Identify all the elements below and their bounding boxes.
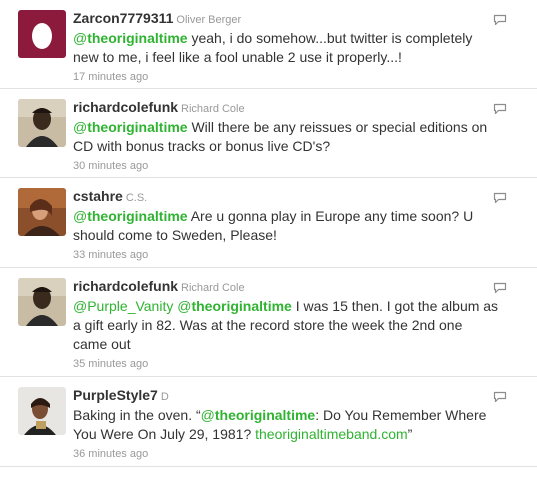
tweet-text: @theoriginaltime yeah, i do somehow...bu… (73, 30, 473, 65)
tweet-item: richardcolefunk Richard Cole @Purple_Vani… (0, 268, 537, 377)
timestamp-link[interactable]: 17 minutes ago (73, 70, 499, 84)
avatar[interactable] (18, 278, 66, 326)
tweet-item: cstahre C.S. @theoriginaltime Are u gonna… (0, 178, 537, 268)
full-name: Oliver Berger (176, 14, 242, 26)
tweet-item: richardcolefunk Richard Cole @theoriginal… (0, 89, 537, 178)
full-name: D (160, 391, 169, 403)
avatar[interactable] (18, 387, 66, 435)
screen-name[interactable]: PurpleStyle7 (73, 387, 158, 403)
timestamp-link[interactable]: 30 minutes ago (73, 159, 499, 173)
user-photo-icon (18, 278, 66, 326)
speech-bubble-icon[interactable] (493, 103, 507, 115)
user-photo-icon (18, 387, 66, 435)
screen-name[interactable]: richardcolefunk (73, 278, 178, 294)
screen-name[interactable]: cstahre (73, 188, 123, 204)
speech-bubble-icon[interactable] (493, 391, 507, 403)
tweet-text: Baking in the oven. “@theoriginaltime: D… (73, 407, 487, 442)
tweet-content: PurpleStyle7 D Baking in the oven. “@theo… (73, 386, 499, 461)
full-name: Richard Cole (181, 103, 245, 115)
screen-name[interactable]: richardcolefunk (73, 99, 178, 115)
egg-avatar-icon (18, 10, 66, 58)
mention-link[interactable]: @Purple_Vanity (73, 298, 173, 314)
avatar[interactable] (18, 188, 66, 236)
user-photo-icon (18, 188, 66, 236)
mention-link[interactable]: @theoriginaltime (73, 119, 188, 135)
timestamp-link[interactable]: 35 minutes ago (73, 357, 499, 371)
mention-link[interactable]: @theoriginaltime (201, 407, 316, 423)
full-name: C.S. (125, 192, 148, 204)
mention-link[interactable]: @theoriginaltime (73, 208, 188, 224)
full-name: Richard Cole (181, 282, 245, 294)
speech-bubble-icon[interactable] (493, 282, 507, 294)
tweet-item: PurpleStyle7 D Baking in the oven. “@theo… (0, 377, 537, 467)
tweet-content: Zarcon7779311 Oliver Berger @theoriginalt… (73, 9, 499, 84)
avatar[interactable] (18, 10, 66, 58)
user-photo-icon (18, 99, 66, 147)
tweet-content: cstahre C.S. @theoriginaltime Are u gonna… (73, 187, 499, 262)
mention-link[interactable]: @theoriginaltime (73, 30, 188, 46)
tweet-item: Zarcon7779311 Oliver Berger @theoriginalt… (0, 0, 537, 89)
timestamp-link[interactable]: 33 minutes ago (73, 248, 499, 262)
speech-bubble-icon[interactable] (493, 14, 507, 26)
screen-name[interactable]: Zarcon7779311 (73, 10, 173, 26)
mention-link[interactable]: @theoriginaltime (177, 298, 292, 314)
tweet-text: @Purple_Vanity @theoriginaltime I was 15… (73, 298, 499, 352)
tweet-content: richardcolefunk Richard Cole @Purple_Vani… (73, 277, 499, 371)
timestamp-link[interactable]: 36 minutes ago (73, 447, 499, 461)
tweet-text: @theoriginaltime Will there be any reiss… (73, 119, 488, 154)
tweet-content: richardcolefunk Richard Cole @theoriginal… (73, 98, 499, 173)
avatar[interactable] (18, 99, 66, 147)
url-link[interactable]: theoriginaltimeband.com (255, 426, 408, 442)
tweet-timeline: Zarcon7779311 Oliver Berger @theoriginalt… (0, 0, 537, 467)
tweet-text: @theoriginaltime Are u gonna play in Eur… (73, 208, 474, 243)
speech-bubble-icon[interactable] (493, 192, 507, 204)
